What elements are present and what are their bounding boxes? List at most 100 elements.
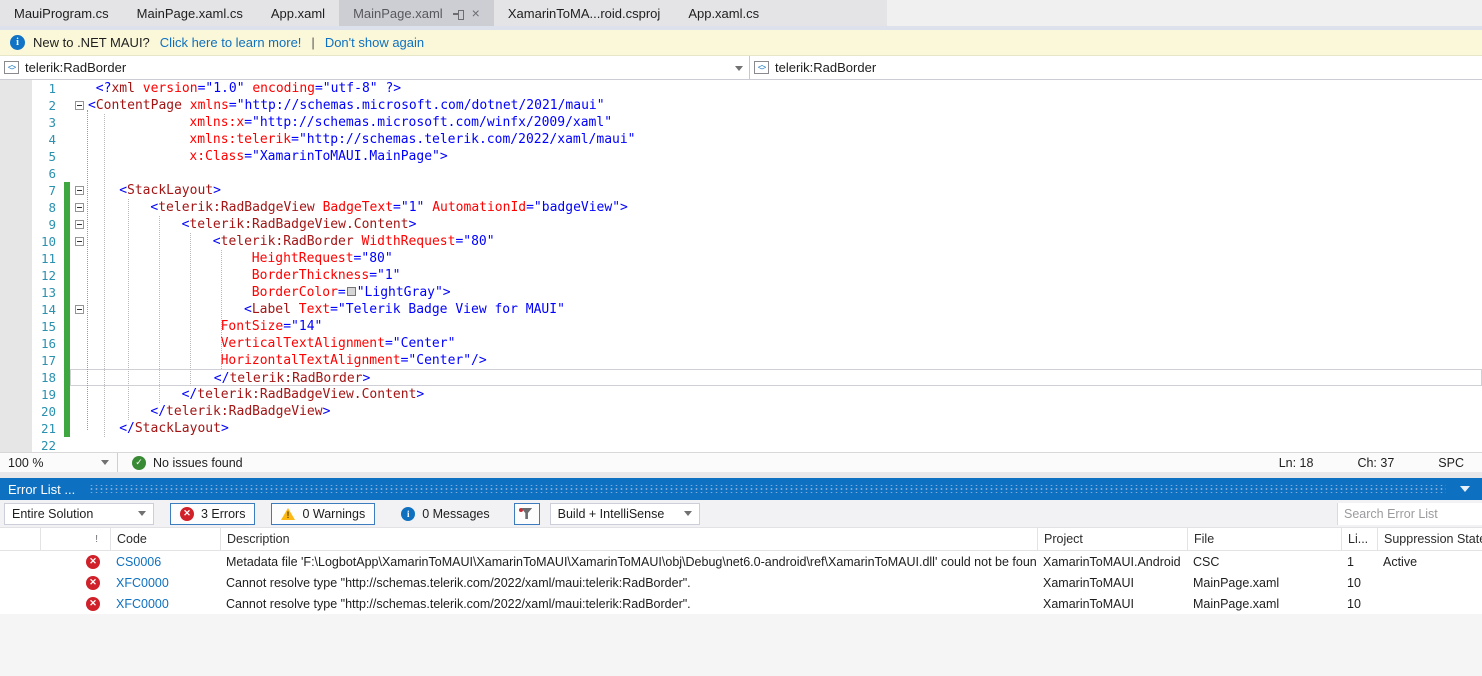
breakpoint-margin[interactable] [0, 420, 32, 437]
tab-mainpage-xaml-cs[interactable]: MainPage.xaml.cs [123, 0, 257, 26]
code-text[interactable]: <StackLayout> [88, 182, 1482, 199]
zoom-select[interactable]: 100 % [0, 453, 118, 472]
breakpoint-margin[interactable] [0, 182, 32, 199]
code-line[interactable]: 19</telerik:RadBadgeView.Content> [0, 386, 1482, 403]
code-line[interactable]: 17HorizontalTextAlignment="Center"/> [0, 352, 1482, 369]
code-line[interactable]: 20</telerik:RadBadgeView> [0, 403, 1482, 420]
error-row[interactable]: ✕XFC0000Cannot resolve type "http://sche… [0, 593, 1482, 614]
header-description[interactable]: Description [220, 528, 1037, 550]
scope-select[interactable]: Entire Solution [4, 503, 154, 525]
header-code[interactable]: Code [110, 528, 220, 550]
code-text[interactable] [88, 437, 1482, 452]
breakpoint-margin[interactable] [0, 80, 32, 97]
code-text[interactable]: BorderColor="LightGray"> [88, 284, 1482, 301]
code-text[interactable]: x:Class="XamarinToMAUI.MainPage"> [88, 148, 1482, 165]
code-text[interactable]: FontSize="14" [88, 318, 1482, 335]
code-line[interactable]: 4xmlns:telerik="http://schemas.telerik.c… [0, 131, 1482, 148]
source-select[interactable]: Build + IntelliSense [550, 503, 700, 525]
code-text[interactable]: HorizontalTextAlignment="Center"/> [88, 352, 1482, 369]
code-text[interactable]: BorderThickness="1" [88, 267, 1482, 284]
code-line[interactable]: 6 [0, 165, 1482, 182]
breakpoint-margin[interactable] [0, 437, 32, 452]
code-text[interactable]: <Label Text="Telerik Badge View for MAUI… [88, 301, 1482, 318]
code-text[interactable]: <telerik:RadBadgeView BadgeText="1" Auto… [88, 199, 1482, 216]
collapse-icon[interactable] [75, 186, 84, 195]
code-line[interactable]: 15FontSize="14" [0, 318, 1482, 335]
breakpoint-margin[interactable] [0, 386, 32, 403]
close-icon[interactable]: × [472, 6, 480, 20]
breakpoint-margin[interactable] [0, 318, 32, 335]
code-line[interactable]: 16VerticalTextAlignment="Center" [0, 335, 1482, 352]
breakpoint-margin[interactable] [0, 267, 32, 284]
fold-margin[interactable] [70, 216, 88, 233]
collapse-icon[interactable] [75, 305, 84, 314]
tab-mainpage-xaml[interactable]: MainPage.xaml× [339, 0, 494, 26]
breakpoint-margin[interactable] [0, 250, 32, 267]
collapse-icon[interactable] [75, 237, 84, 246]
breakpoint-margin[interactable] [0, 199, 32, 216]
code-text[interactable]: </telerik:RadBadgeView> [88, 403, 1482, 420]
tab-xamarintoma-roid-csproj[interactable]: XamarinToMA...roid.csproj [494, 0, 674, 26]
code-line[interactable]: 7<StackLayout> [0, 182, 1482, 199]
breakpoint-margin[interactable] [0, 114, 32, 131]
code-line[interactable]: 5x:Class="XamarinToMAUI.MainPage"> [0, 148, 1482, 165]
code-line[interactable]: 12BorderThickness="1" [0, 267, 1482, 284]
element-dropdown-left[interactable]: <> telerik:RadBorder [0, 56, 750, 79]
chevron-down-icon[interactable] [735, 66, 743, 71]
breakpoint-margin[interactable] [0, 352, 32, 369]
code-text[interactable]: <ContentPage xmlns="http://schemas.micro… [88, 97, 1482, 114]
header-file[interactable]: File [1187, 528, 1341, 550]
code-text[interactable]: <telerik:RadBorder WidthRequest="80" [88, 233, 1482, 250]
space-mode[interactable]: SPC [1438, 456, 1464, 470]
breakpoint-margin[interactable] [0, 148, 32, 165]
element-dropdown-right[interactable]: <> telerik:RadBorder [750, 56, 1482, 79]
code-editor[interactable]: 1<?xml version="1.0" encoding="utf-8" ?>… [0, 80, 1482, 452]
filter-button[interactable] [514, 503, 540, 525]
collapse-icon[interactable] [75, 203, 84, 212]
code-line[interactable]: 8<telerik:RadBadgeView BadgeText="1" Aut… [0, 199, 1482, 216]
code-text[interactable]: <telerik:RadBadgeView.Content> [88, 216, 1482, 233]
fold-margin[interactable] [70, 182, 88, 199]
header-project[interactable]: Project [1037, 528, 1187, 550]
code-text[interactable]: VerticalTextAlignment="Center" [88, 335, 1482, 352]
breakpoint-margin[interactable] [0, 335, 32, 352]
breakpoint-margin[interactable] [0, 233, 32, 250]
code-line[interactable]: 3xmlns:x="http://schemas.microsoft.com/w… [0, 114, 1482, 131]
code-text[interactable]: xmlns:x="http://schemas.microsoft.com/wi… [88, 114, 1482, 131]
breakpoint-margin[interactable] [0, 369, 32, 386]
breakpoint-margin[interactable] [0, 284, 32, 301]
code-text[interactable]: </telerik:RadBadgeView.Content> [88, 386, 1482, 403]
error-row[interactable]: ✕XFC0000Cannot resolve type "http://sche… [0, 572, 1482, 593]
code-text[interactable]: xmlns:telerik="http://schemas.telerik.co… [88, 131, 1482, 148]
search-input[interactable] [1338, 503, 1482, 525]
error-code-link[interactable]: XFC0000 [110, 576, 220, 590]
code-text[interactable] [88, 165, 1482, 182]
breakpoint-margin[interactable] [0, 301, 32, 318]
code-text[interactable]: </StackLayout> [88, 420, 1482, 437]
code-text[interactable]: HeightRequest="80" [88, 250, 1482, 267]
breakpoint-margin[interactable] [0, 165, 32, 182]
code-text[interactable]: <?xml version="1.0" encoding="utf-8" ?> [88, 80, 1482, 97]
dismiss-link[interactable]: Don't show again [325, 35, 424, 50]
breakpoint-margin[interactable] [0, 97, 32, 114]
code-line[interactable]: 22 [0, 437, 1482, 452]
header-severity[interactable]: ! [40, 528, 110, 550]
error-code-link[interactable]: XFC0000 [110, 597, 220, 611]
code-line[interactable]: 10<telerik:RadBorder WidthRequest="80" [0, 233, 1482, 250]
error-row[interactable]: ✕CS0006Metadata file 'F:\LogbotApp\Xamar… [0, 551, 1482, 572]
tab-app-xaml-cs[interactable]: App.xaml.cs [674, 0, 773, 26]
code-line[interactable]: 2<ContentPage xmlns="http://schemas.micr… [0, 97, 1482, 114]
breakpoint-margin[interactable] [0, 403, 32, 420]
code-line[interactable]: 18</telerik:RadBorder> [0, 369, 1482, 386]
header-line[interactable]: Li... [1341, 528, 1377, 550]
error-list-title-bar[interactable]: Error List ... [0, 478, 1482, 500]
code-line[interactable]: 21</StackLayout> [0, 420, 1482, 437]
tab-app-xaml[interactable]: App.xaml [257, 0, 339, 26]
code-line[interactable]: 13BorderColor="LightGray"> [0, 284, 1482, 301]
header-suppression[interactable]: Suppression State [1377, 528, 1482, 550]
breakpoint-margin[interactable] [0, 216, 32, 233]
code-line[interactable]: 11HeightRequest="80" [0, 250, 1482, 267]
errors-filter-button[interactable]: ✕ 3 Errors [170, 503, 255, 525]
tab-mauiprogram-cs[interactable]: MauiProgram.cs [0, 0, 123, 26]
messages-filter-button[interactable]: i 0 Messages [391, 503, 499, 525]
